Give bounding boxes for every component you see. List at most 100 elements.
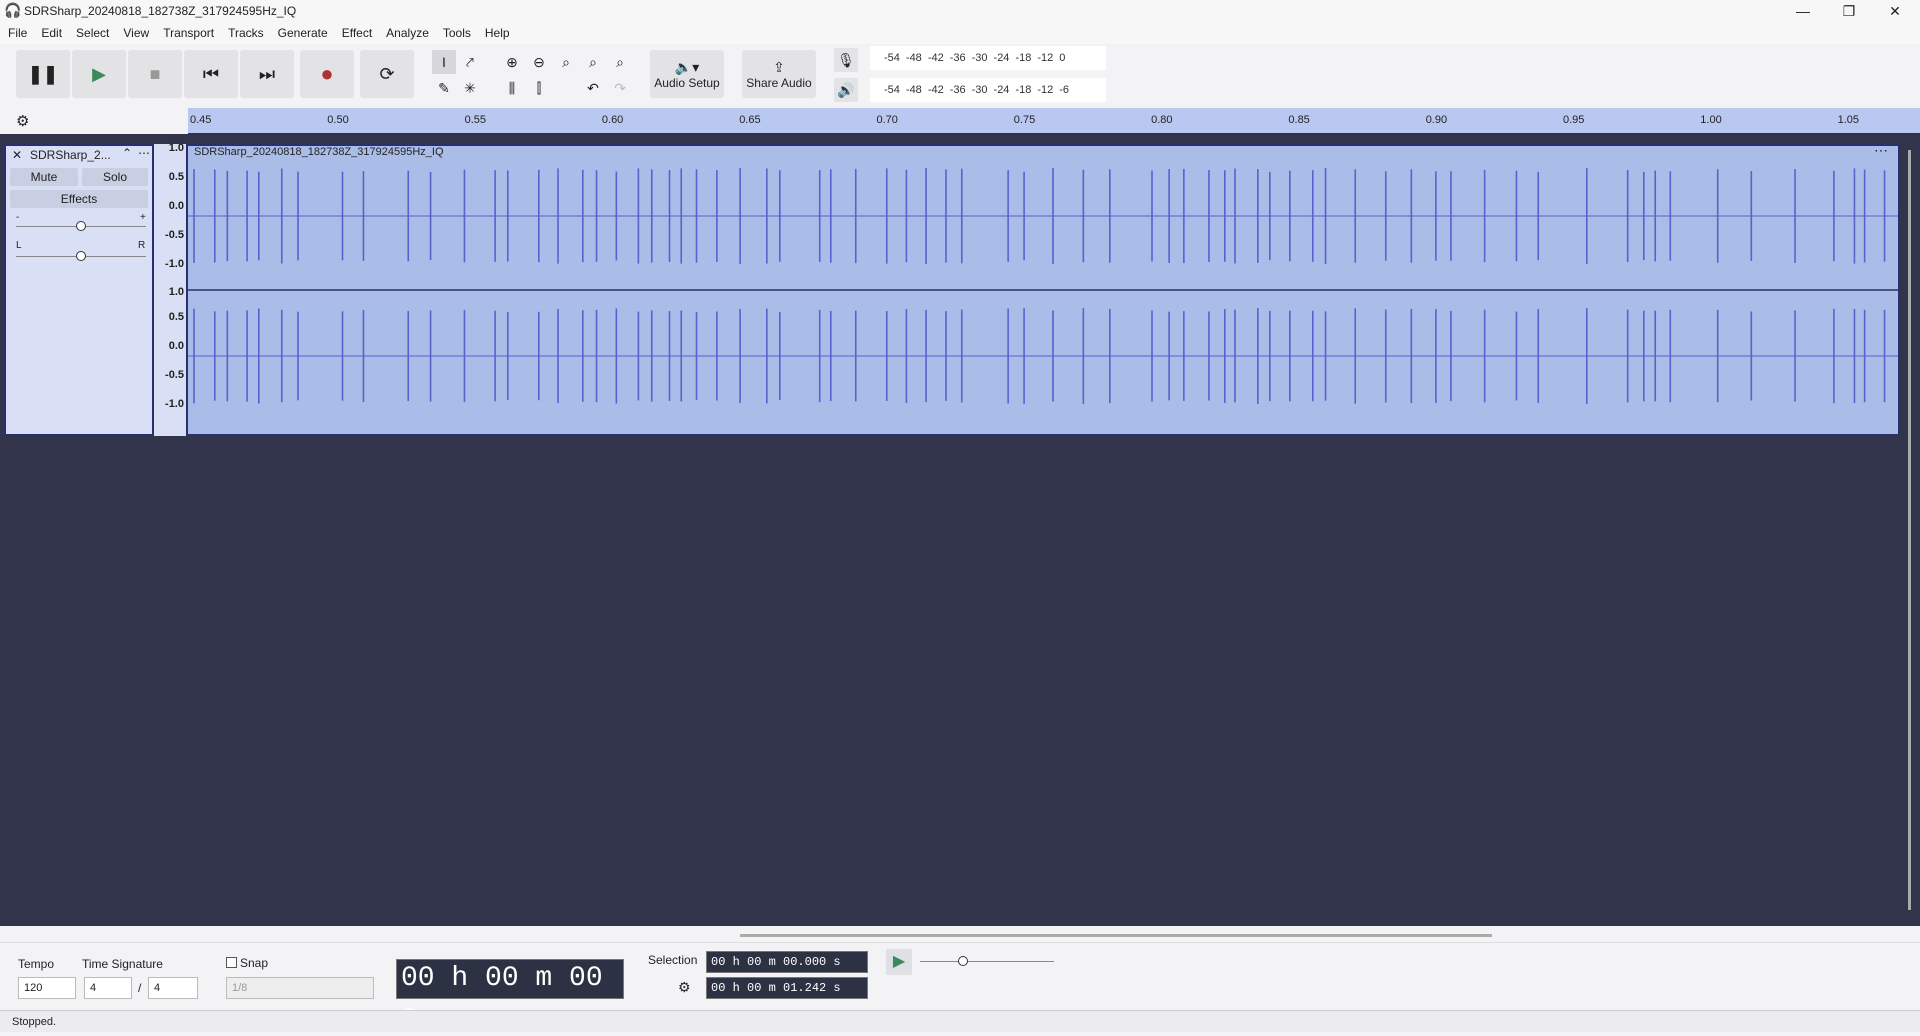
zoom-toggle-button[interactable]: ⌕ <box>608 50 632 74</box>
playback-meter-button[interactable]: 🔊 <box>834 78 858 102</box>
share-icon: ⇪ <box>773 58 785 75</box>
ruler-tick-label: 1.05 <box>1837 114 1860 126</box>
audio-setup-button[interactable]: 🔈▾ Audio Setup <box>650 50 724 98</box>
pan-left-label: L <box>16 240 22 251</box>
close-button[interactable]: ✕ <box>1872 0 1918 22</box>
redo-button[interactable]: ↷ <box>608 76 632 100</box>
toolbar: ❚❚ ▶ ■ ⏮ ⏭ ● ⟳ I ⤤ ✎ ✳ ⊕ ⊖ ⌕ ⌕ ⌕ ⫼ ⫿ ↶ ↷… <box>0 44 1920 106</box>
menu-tracks[interactable]: Tracks <box>228 26 264 40</box>
envelope-tool-button[interactable]: ⤤ <box>458 50 482 74</box>
record-button[interactable]: ● <box>300 50 354 98</box>
selection-tool-button[interactable]: I <box>432 50 456 74</box>
status-bar: Stopped. <box>0 1010 1920 1032</box>
play-speed-slider[interactable] <box>920 961 1054 962</box>
fit-project-button[interactable]: ⌕ <box>581 50 605 74</box>
menu-analyze[interactable]: Analyze <box>386 26 429 40</box>
silence-button[interactable]: ⫿ <box>527 76 551 100</box>
track-name[interactable]: SDRSharp_2... <box>30 148 111 162</box>
gain-slider-thumb[interactable] <box>76 221 86 231</box>
selection-settings-icon[interactable]: ⚙ <box>678 979 691 996</box>
pause-icon: ❚❚ <box>27 63 59 84</box>
ruler-tick-label: 0.50 <box>327 114 349 126</box>
menu-help[interactable]: Help <box>485 26 510 40</box>
maximize-button[interactable]: ❐ <box>1826 0 1872 22</box>
app-logo-icon: 🎧 <box>4 2 22 18</box>
record-meter[interactable]: -54 -48 -42 -36 -30 -24 -18 -12 0 <box>870 46 1106 70</box>
menu-bar: File Edit Select View Transport Tracks G… <box>0 22 1920 44</box>
meter-tick-label: 0 <box>1059 52 1066 64</box>
selection-start[interactable]: 00 h 00 m 00.000 s <box>706 951 868 973</box>
meter-tick-label: -18 <box>1015 52 1032 64</box>
pan-slider-thumb[interactable] <box>76 251 86 261</box>
envelope-icon: ⤤ <box>466 53 474 70</box>
record-icon: ● <box>320 61 334 86</box>
time-signature-label: Time Signature <box>82 957 163 971</box>
meter-tick-label: -36 <box>949 52 966 64</box>
meter-tick-label: -48 <box>905 84 922 96</box>
play-speed-thumb[interactable] <box>958 956 968 966</box>
trim-button[interactable]: ⫼ <box>500 76 524 100</box>
menu-view[interactable]: View <box>123 26 149 40</box>
ruler-tick-label: 0.70 <box>876 114 898 126</box>
microphone-icon: 🎙 <box>837 51 855 68</box>
skip-end-icon: ⏭ <box>258 63 276 84</box>
play-button[interactable]: ▶ <box>72 50 126 98</box>
selection-end[interactable]: 00 h 00 m 01.242 s <box>706 977 868 999</box>
timeline-settings-icon[interactable]: ⚙ <box>16 112 29 130</box>
tempo-input[interactable]: 120 <box>18 977 76 999</box>
menu-select[interactable]: Select <box>76 26 109 40</box>
window-title: SDRSharp_20240818_182738Z_317924595Hz_IQ <box>24 4 297 18</box>
meter-tick-label: -42 <box>927 84 944 96</box>
skip-end-button[interactable]: ⏭ <box>240 50 294 98</box>
draw-tool-button[interactable]: ✎ <box>432 76 456 100</box>
meter-tick-label: -30 <box>971 84 988 96</box>
solo-button[interactable]: Solo <box>82 168 148 186</box>
meter-tick-label: -42 <box>927 52 944 64</box>
snap-checkbox[interactable] <box>226 957 237 968</box>
menu-transport[interactable]: Transport <box>163 26 214 40</box>
close-track-icon[interactable]: ✕ <box>12 148 22 162</box>
horizontal-scrollbar[interactable] <box>740 934 1492 937</box>
record-meter-button[interactable]: 🎙 <box>834 48 858 72</box>
stop-button[interactable]: ■ <box>128 50 182 98</box>
scale-label: -1.0 <box>165 398 184 410</box>
vertical-scrollbar[interactable] <box>1908 150 1911 910</box>
pan-right-label: R <box>138 240 146 251</box>
menu-generate[interactable]: Generate <box>278 26 328 40</box>
scale-label: -0.5 <box>165 369 184 381</box>
menu-effect[interactable]: Effect <box>342 26 372 40</box>
time-signature-denominator[interactable]: 4 <box>148 977 198 999</box>
track-menu-icon[interactable]: ⋯ <box>138 146 150 160</box>
play-at-speed-button[interactable]: ▶ <box>886 949 912 975</box>
time-display[interactable]: 00 h 00 m 00 s <box>396 959 624 1032</box>
skip-start-button[interactable]: ⏮ <box>184 50 238 98</box>
fit-selection-button[interactable]: ⌕ <box>554 50 578 74</box>
menu-file[interactable]: File <box>8 26 27 40</box>
time-signature-numerator[interactable]: 4 <box>84 977 132 999</box>
share-audio-button[interactable]: ⇪ Share Audio <box>742 50 816 98</box>
meter-tick-label: -12 <box>1037 84 1054 96</box>
loop-button[interactable]: ⟳ <box>360 50 414 98</box>
effects-button[interactable]: Effects <box>10 190 148 208</box>
title-bar: 🎧 SDRSharp_20240818_182738Z_317924595Hz_… <box>0 0 1920 22</box>
zoom-toggle-icon: ⌕ <box>616 53 624 70</box>
multi-tool-button[interactable]: ✳ <box>458 76 482 100</box>
waveform-clip[interactable]: SDRSharp_20240818_182738Z_317924595Hz_IQ… <box>186 142 1900 436</box>
undo-button[interactable]: ↶ <box>581 76 605 100</box>
meter-tick-label: -36 <box>949 84 966 96</box>
pause-button[interactable]: ❚❚ <box>16 50 70 98</box>
meter-tick-label: -6 <box>1059 84 1070 96</box>
minimize-button[interactable]: — <box>1780 0 1826 22</box>
snap-dropdown[interactable]: 1/8 <box>226 977 374 999</box>
menu-tools[interactable]: Tools <box>443 26 471 40</box>
zoom-in-button[interactable]: ⊕ <box>500 50 524 74</box>
ruler-tick-label: 0.45 <box>190 114 212 126</box>
zoom-out-button[interactable]: ⊖ <box>527 50 551 74</box>
menu-edit[interactable]: Edit <box>41 26 62 40</box>
multi-tool-icon: ✳ <box>464 79 476 96</box>
waveform <box>188 168 1898 404</box>
mute-button[interactable]: Mute <box>10 168 78 186</box>
playback-meter[interactable]: -54 -48 -42 -36 -30 -24 -18 -12 -6 <box>870 78 1106 102</box>
collapse-icon[interactable]: ⌃ <box>122 146 132 160</box>
timeline-ruler[interactable]: 0.45 0.50 0.55 0.60 0.65 0.70 0.75 0.80 0.85 0.90… <box>188 108 1920 134</box>
